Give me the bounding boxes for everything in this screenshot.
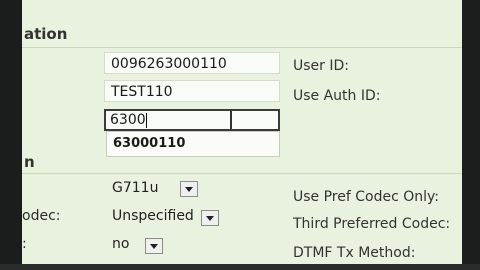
separator [22,173,462,174]
autocomplete-suggestion[interactable]: 63000110 [106,131,280,157]
field-divider [230,111,232,129]
preferred-codec-value[interactable]: G711u [112,180,158,196]
third-preferred-codec-label: Third Preferred Codec: [293,216,451,232]
dtmf-tx-method-label: DTMF Tx Method: [293,245,416,261]
text-cursor [145,112,147,128]
option-no-value[interactable]: no [112,236,129,252]
section-title-top: ation [24,25,68,43]
colon-label-left: : [22,236,27,252]
use-pref-codec-only-label: Use Pref Codec Only: [293,189,439,205]
screen-edge-left [0,0,22,270]
password-field[interactable]: 6300 [104,109,280,131]
codec-label-left: odec: [22,208,61,224]
screen-edge-right [462,0,480,270]
separator [22,47,462,48]
third-codec-dropdown[interactable] [201,210,219,226]
screen-edge-bottom [0,264,480,270]
use-auth-id-label: Use Auth ID: [293,88,381,104]
auth-name-field[interactable]: 0096263000110 [104,52,280,74]
preferred-codec-dropdown[interactable] [180,181,198,197]
password-field-value: 6300 [110,112,146,128]
user-id-label: User ID: [293,58,349,74]
option-no-dropdown[interactable] [145,238,163,254]
section-title-mid: n [24,153,35,171]
display-name-field[interactable]: TEST110 [104,80,280,102]
third-codec-value[interactable]: Unspecified [112,208,194,224]
